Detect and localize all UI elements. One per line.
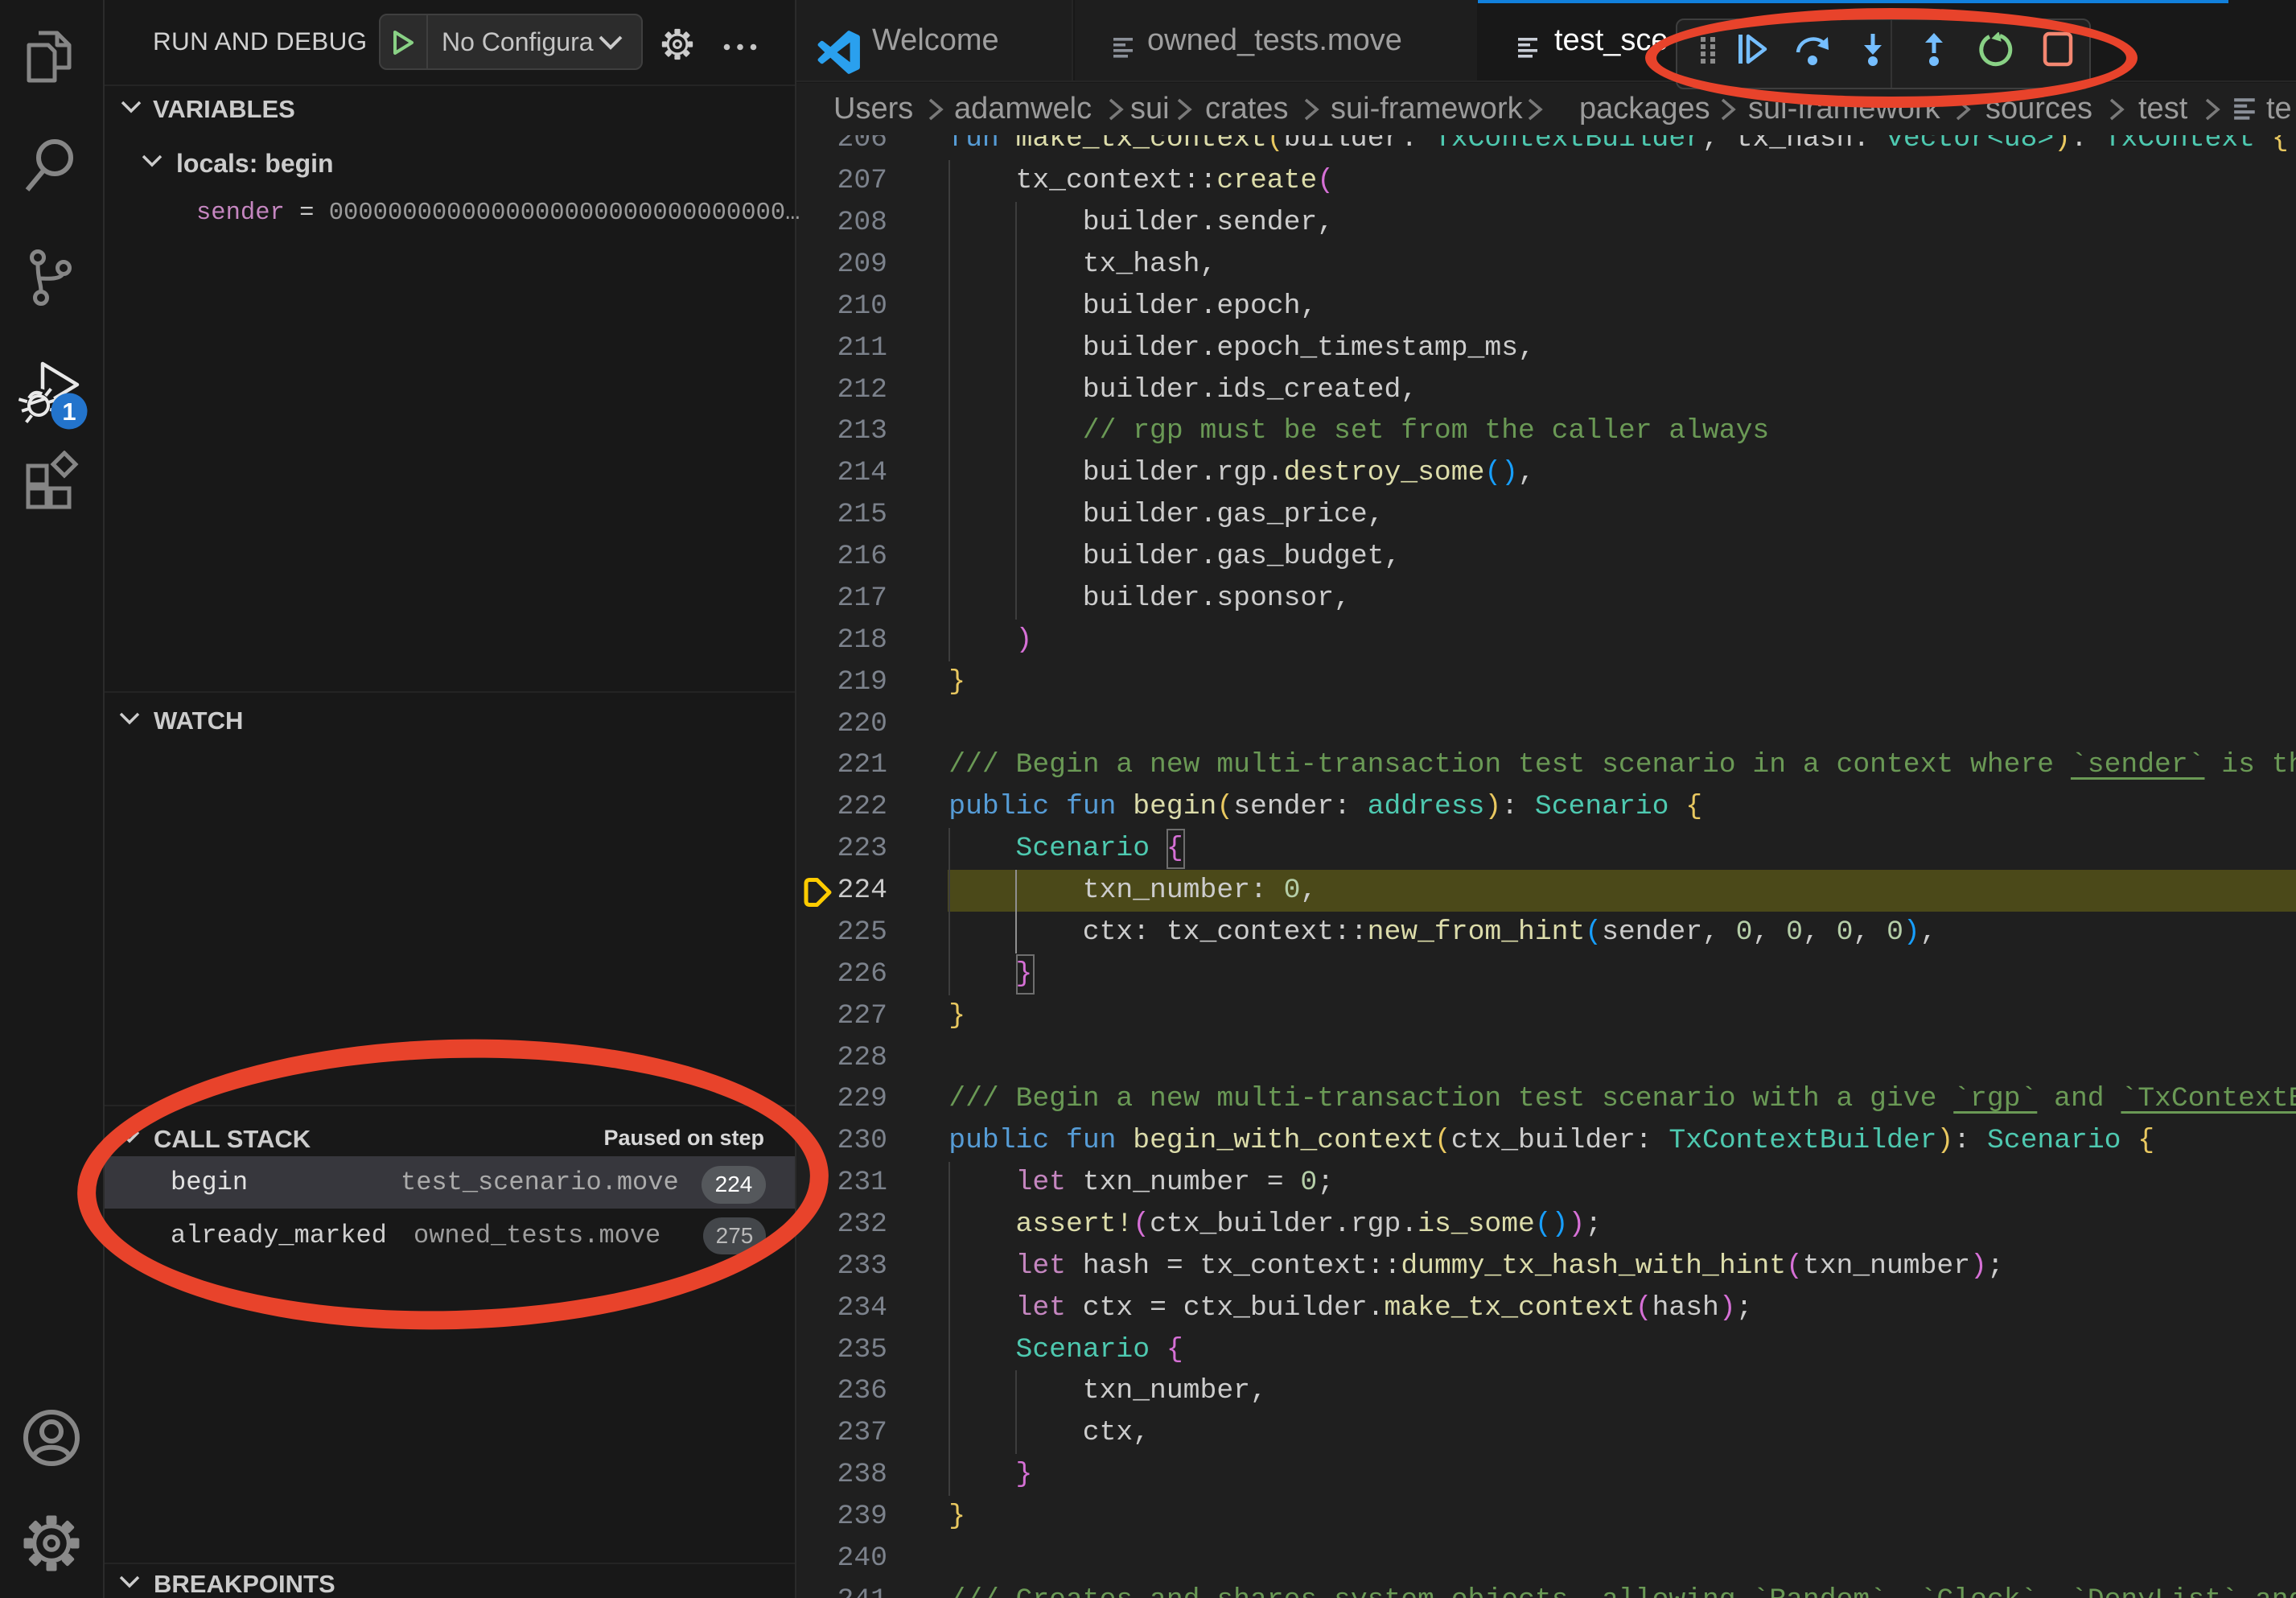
svg-text:1: 1 xyxy=(62,397,76,426)
